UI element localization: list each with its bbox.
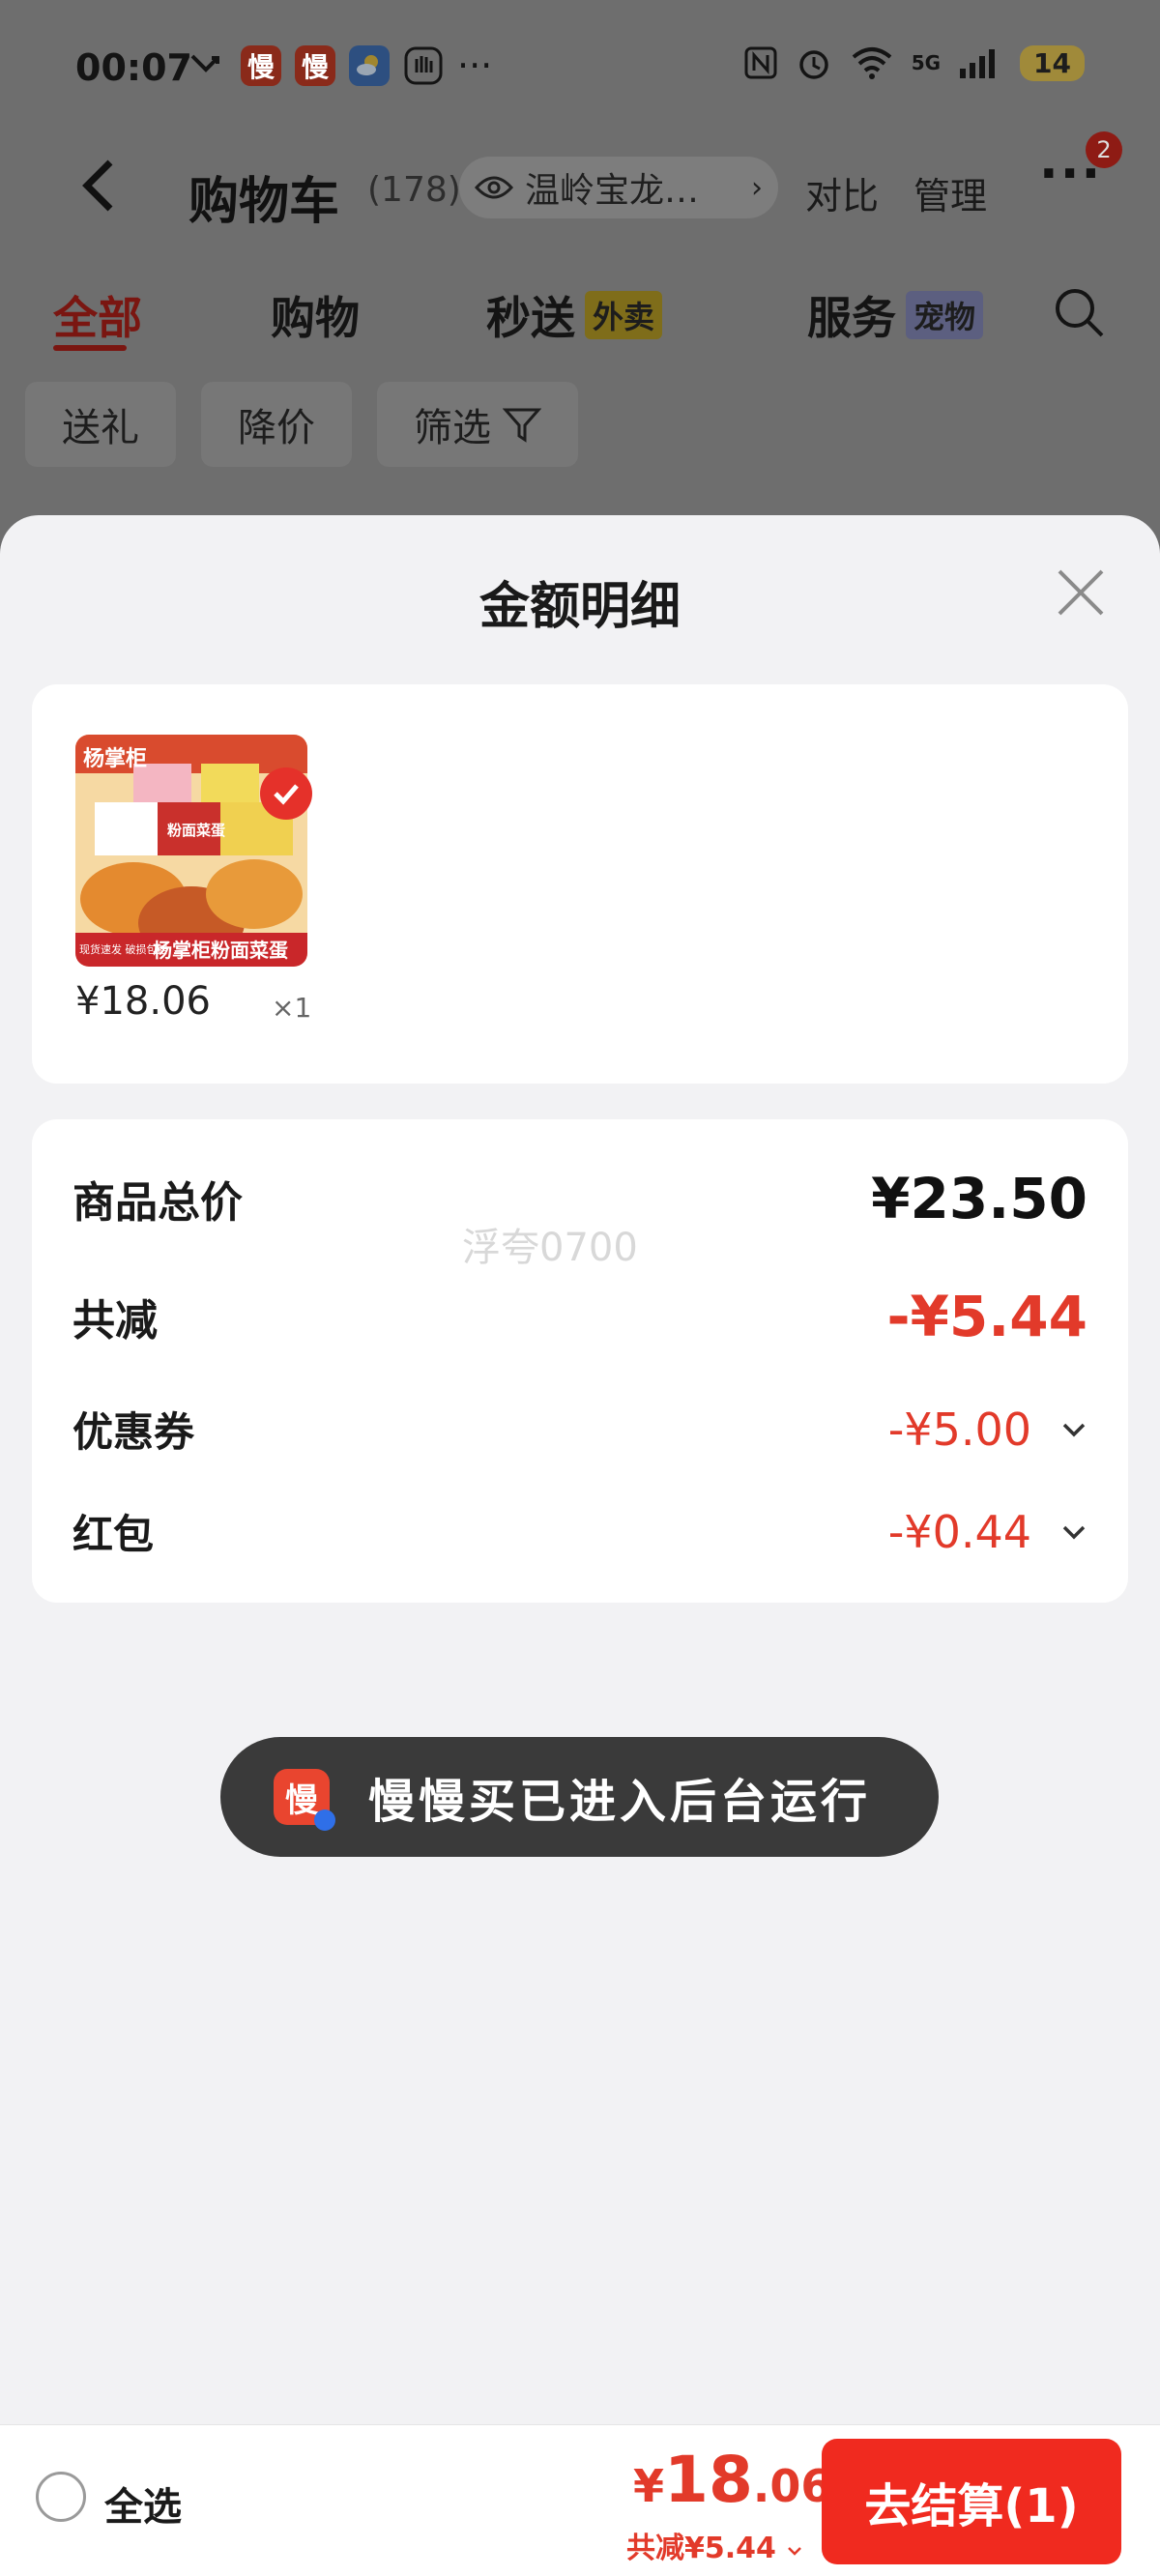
tab-bar: 全部 购物 秒送 外卖 服务 宠物	[0, 275, 1160, 362]
product-image-badge: 现货速发 破损包赔	[79, 942, 168, 956]
tab-instant-delivery[interactable]: 秒送 外卖	[486, 283, 663, 347]
filter-chips: 送礼 降价 筛选	[25, 382, 578, 467]
discount-value: -¥5.44	[886, 1284, 1088, 1349]
search-icon[interactable]	[1054, 287, 1106, 339]
signal-icon	[960, 49, 996, 78]
select-all-radio[interactable]	[36, 2472, 86, 2522]
select-all-label[interactable]: 全选	[104, 2475, 182, 2532]
checkout-saved[interactable]: 共减¥5.44	[626, 2524, 803, 2566]
battery-indicator: 14	[1020, 44, 1085, 81]
checkout-button[interactable]: 去结算(1)	[822, 2439, 1121, 2564]
header: 购物车 (178) 温岭宝龙… › 对比 管理 ··· 2	[0, 131, 1160, 242]
product-image-label: 粉面菜蛋	[167, 822, 225, 839]
network-label: 5G	[911, 51, 942, 74]
product-image-brand: 杨掌柜	[83, 746, 147, 771]
redpacket-label: 红包	[72, 1511, 155, 1558]
chip-label: 降价	[238, 406, 315, 450]
selected-check-icon	[260, 767, 312, 820]
chevron-down-icon	[1062, 1423, 1086, 1436]
price-summary-card: 浮夸0700 商品总价 ¥23.50 共减 -¥5.44 优惠券 -¥5.00 …	[32, 1119, 1128, 1603]
coupon-label: 优惠券	[72, 1408, 195, 1456]
chevron-left-icon	[82, 159, 113, 212]
tab-shopping[interactable]: 购物	[271, 283, 360, 347]
redpacket-value: -¥0.44	[887, 1505, 1031, 1558]
amount-detail-sheet: 金额明细 杨掌柜 粉面菜蛋 杨掌柜粉面菜蛋 现货速发 破损包赔 ¥18.06 ×…	[0, 515, 1160, 2424]
total-integer: 18	[664, 2443, 753, 2517]
app-logo-text: 慢	[285, 1780, 318, 1820]
missed-call-icon	[190, 54, 219, 72]
chip-price-drop[interactable]: 降价	[201, 382, 352, 467]
status-more: ···	[457, 44, 493, 87]
total-currency: ¥	[633, 2460, 665, 2512]
toast-message: 慢慢买已进入后台运行	[368, 1775, 872, 1829]
total-decimal: .06	[752, 2460, 832, 2512]
app-logo-icon: 慢	[274, 1769, 335, 1831]
wifi-icon	[852, 47, 891, 79]
chip-label: 送礼	[62, 406, 139, 450]
status-icons-right: 5G 14	[743, 44, 1085, 81]
checkout-total: ¥18.06	[633, 2443, 831, 2517]
filter-icon	[503, 408, 541, 443]
back-button[interactable]	[79, 157, 118, 230]
nfc-icon	[744, 46, 777, 79]
coupon-value-wrap: -¥5.00	[888, 1404, 1088, 1456]
discount-label: 共减	[72, 1296, 158, 1346]
chip-label: 筛选	[414, 406, 491, 450]
tab-services[interactable]: 服务 宠物	[807, 283, 984, 347]
checkout-saved-text: 共减¥5.44	[626, 2532, 776, 2565]
app-badge-icon: 慢	[241, 45, 281, 86]
status-icons-left: 慢 慢 ···	[188, 44, 492, 87]
tab-label: 全部	[53, 292, 142, 344]
cart-count: (178)	[367, 170, 461, 210]
chevron-down-icon	[1062, 1525, 1086, 1539]
redpacket-value-wrap: -¥0.44	[888, 1506, 1088, 1558]
total-price-label: 商品总价	[72, 1178, 243, 1228]
app-logo-mini-badge	[314, 1809, 335, 1831]
status-time: 00:07	[75, 46, 192, 89]
close-icon[interactable]	[1056, 567, 1106, 618]
alarm-icon	[798, 50, 828, 79]
status-bar: 00:07 慢 慢 ··· 5G 14	[0, 39, 1160, 106]
tab-all[interactable]: 全部	[53, 283, 142, 347]
sheet-title: 金额明细	[478, 578, 681, 636]
background-running-toast: 慢 慢慢买已进入后台运行	[220, 1737, 939, 1857]
weather-icon	[349, 45, 390, 86]
redpacket-row[interactable]: 红包 -¥0.44	[72, 1502, 1088, 1561]
chip-gift[interactable]: 送礼	[25, 382, 176, 467]
eye-icon	[475, 176, 513, 199]
address-selector[interactable]: 温岭宝龙… ›	[459, 157, 778, 218]
chevron-down-icon	[788, 2547, 802, 2556]
tab-active-indicator	[53, 345, 127, 351]
address-text: 温岭宝龙…	[525, 171, 700, 211]
coupon-value: -¥5.00	[887, 1403, 1031, 1456]
tab-label: 秒送	[486, 292, 575, 344]
items-card: 杨掌柜 粉面菜蛋 杨掌柜粉面菜蛋 现货速发 破损包赔 ¥18.06 ×1	[32, 684, 1128, 1084]
chevron-right-icon: ›	[751, 170, 763, 205]
chip-filter[interactable]: 筛选	[377, 382, 578, 467]
tab-label: 服务	[807, 292, 896, 344]
item-quantity: ×1	[272, 992, 312, 1024]
tab-label: 购物	[271, 292, 360, 344]
discount-row: 共减 -¥5.44	[72, 1284, 1088, 1349]
product-image-caption: 杨掌柜粉面菜蛋	[153, 939, 288, 962]
gesture-icon	[404, 46, 443, 85]
tab-tag: 宠物	[906, 291, 984, 339]
total-price-value: ¥23.50	[871, 1166, 1088, 1231]
manage-link[interactable]: 管理	[914, 166, 987, 219]
item-price: ¥18.06	[75, 979, 211, 1024]
page-title: 购物车	[188, 173, 340, 231]
tab-tag: 外卖	[585, 291, 663, 339]
compare-link[interactable]: 对比	[805, 166, 879, 219]
product-image[interactable]: 杨掌柜 粉面菜蛋 杨掌柜粉面菜蛋 现货速发 破损包赔	[75, 735, 307, 967]
coupon-row[interactable]: 优惠券 -¥5.00	[72, 1400, 1088, 1459]
checkout-bar: 全选 ¥18.06 共减¥5.44 去结算(1)	[0, 2424, 1160, 2576]
app-badge-icon: 慢	[295, 45, 335, 86]
notification-badge: 2	[1086, 131, 1122, 168]
total-price-row: 商品总价 ¥23.50	[72, 1166, 1088, 1231]
